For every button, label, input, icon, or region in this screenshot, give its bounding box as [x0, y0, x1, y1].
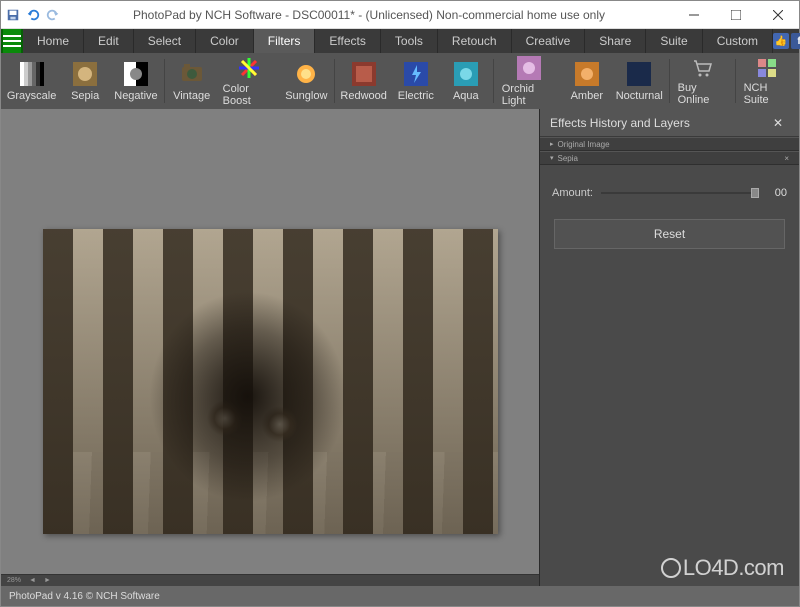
ribbon-label: Grayscale [7, 90, 57, 102]
filter-sepia[interactable]: Sepia [60, 54, 110, 108]
negative-icon [123, 61, 149, 87]
separator [669, 59, 670, 103]
separator [735, 59, 736, 103]
status-bar: PhotoPad v 4.16 © NCH Software [1, 586, 799, 606]
ribbon-label: Sepia [71, 90, 99, 102]
tab-bar: Home Edit Select Color Filters Effects T… [1, 29, 799, 53]
filter-grayscale[interactable]: Grayscale [3, 54, 60, 108]
amount-slider[interactable] [601, 192, 755, 194]
tab-retouch[interactable]: Retouch [438, 29, 512, 53]
ribbon-label: Aqua [453, 90, 479, 102]
sunglow-icon [293, 61, 319, 87]
close-button[interactable] [757, 1, 799, 29]
effects-panel: Effects History and Layers ✕ ▸ Original … [539, 109, 799, 586]
ribbon-label: Nocturnal [616, 90, 663, 102]
filter-electric[interactable]: Electric [391, 54, 441, 108]
ribbon-label: Buy Online [678, 82, 727, 106]
filter-orchidlight[interactable]: Orchid Light [496, 54, 562, 108]
chevron-right-icon: ▸ [550, 140, 554, 148]
tab-creative[interactable]: Creative [512, 29, 586, 53]
undo-icon[interactable] [25, 7, 41, 23]
title-bar: PhotoPad by NCH Software - DSC00011* - (… [1, 1, 799, 29]
canvas[interactable] [1, 109, 539, 574]
layer-sepia[interactable]: ▾ Sepia × [540, 151, 799, 165]
tab-home[interactable]: Home [23, 29, 84, 53]
app-menu-button[interactable] [1, 29, 23, 53]
electric-icon [403, 61, 429, 87]
tab-edit[interactable]: Edit [84, 29, 134, 53]
tab-filters[interactable]: Filters [254, 29, 316, 53]
amount-label: Amount: [552, 187, 593, 199]
suite-icon [754, 56, 780, 79]
minimize-button[interactable] [673, 1, 715, 29]
filter-nocturnal[interactable]: Nocturnal [612, 54, 667, 108]
ribbon-label: Sunglow [285, 90, 327, 102]
save-icon[interactable] [5, 7, 21, 23]
sepia-icon [72, 61, 98, 87]
tab-share[interactable]: Share [585, 29, 646, 53]
photo-image [43, 229, 498, 534]
like-icon[interactable]: 👍 [773, 33, 789, 49]
watermark: LO4D.com [661, 555, 784, 581]
tab-suite[interactable]: Suite [646, 29, 702, 53]
ribbon-label: Electric [398, 90, 434, 102]
separator [334, 59, 335, 103]
redwood-icon [351, 61, 377, 87]
aqua-icon [453, 61, 479, 87]
vintage-icon [179, 61, 205, 87]
reset-label: Reset [654, 227, 685, 241]
grayscale-icon [19, 61, 45, 87]
nocturnal-icon [626, 61, 652, 87]
separator [164, 59, 165, 103]
ribbon-label: Orchid Light [502, 83, 556, 107]
slider-thumb[interactable] [751, 188, 759, 198]
ribbon-label: Redwood [340, 90, 386, 102]
layer-delete-icon[interactable]: × [784, 154, 789, 163]
separator [493, 59, 494, 103]
tab-custom[interactable]: Custom [703, 29, 773, 53]
status-text: PhotoPad v 4.16 © NCH Software [9, 591, 160, 602]
tab-color[interactable]: Color [196, 29, 254, 53]
layer-label: Original Image [558, 140, 610, 149]
chevron-down-icon: ▾ [550, 154, 554, 162]
ribbon-label: NCH Suite [744, 82, 791, 106]
filter-vintage[interactable]: Vintage [167, 54, 217, 108]
filter-sunglow[interactable]: Sunglow [281, 54, 331, 108]
filter-amber[interactable]: Amber [562, 54, 612, 108]
tab-select[interactable]: Select [134, 29, 196, 53]
filter-aqua[interactable]: Aqua [441, 54, 491, 108]
ribbon-label: Color Boost [223, 83, 275, 107]
tab-effects[interactable]: Effects [315, 29, 380, 53]
filter-redwood[interactable]: Redwood [336, 54, 390, 108]
amber-icon [574, 61, 600, 87]
redo-icon[interactable] [45, 7, 61, 23]
reset-button[interactable]: Reset [554, 219, 785, 249]
filter-negative[interactable]: Negative [110, 54, 162, 108]
nch-suite-button[interactable]: NCH Suite [738, 54, 797, 108]
zoom-bar[interactable]: 28% ◄► [1, 574, 539, 586]
colorboost-icon [236, 56, 262, 80]
ribbon-label: Vintage [173, 90, 210, 102]
ribbon-label: Amber [571, 90, 603, 102]
ribbon-label: Negative [114, 90, 157, 102]
maximize-button[interactable] [715, 1, 757, 29]
ribbon: Grayscale Sepia Negative Vintage Color [1, 53, 799, 109]
layer-label: Sepia [558, 154, 578, 163]
amount-value: 00 [763, 187, 787, 199]
panel-title: Effects History and Layers [550, 116, 690, 130]
buy-online-button[interactable]: Buy Online [672, 54, 733, 108]
zoom-level: 28% [7, 577, 21, 584]
cart-icon [689, 56, 715, 79]
filter-colorboost[interactable]: Color Boost [217, 54, 281, 108]
globe-icon [661, 558, 681, 578]
layer-original[interactable]: ▸ Original Image [540, 137, 799, 151]
tab-tools[interactable]: Tools [381, 29, 438, 53]
watermark-text: LO4D.com [683, 555, 784, 581]
panel-close-icon[interactable]: ✕ [767, 114, 789, 132]
orchidlight-icon [516, 56, 542, 80]
window-title: PhotoPad by NCH Software - DSC00011* - (… [65, 8, 673, 22]
facebook-icon[interactable]: f [791, 33, 800, 49]
